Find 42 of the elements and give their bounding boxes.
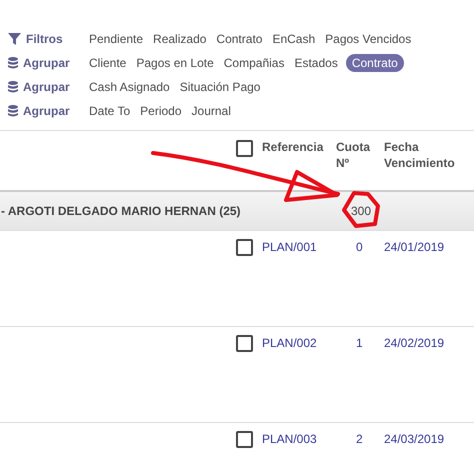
database-icon [8, 57, 18, 69]
column-header[interactable]: Cuota Nº [336, 139, 384, 171]
filter-icon [8, 33, 21, 45]
group-total: 300 [351, 204, 372, 218]
row-checkbox[interactable] [236, 431, 252, 448]
column-header[interactable]: Fecha Vencimiento [384, 139, 474, 171]
filter-option[interactable]: Cliente [87, 54, 128, 72]
table-cell: 24/03/2019 [384, 432, 444, 446]
filter-option[interactable]: Realizado [151, 30, 208, 48]
column-header[interactable]: Referencia [262, 139, 336, 155]
filters-label: Filtros [26, 31, 63, 48]
filter-option[interactable]: EnCash [270, 30, 318, 48]
table-cell: 24/02/2019 [384, 336, 444, 350]
group-by-label: Agrupar [23, 55, 70, 72]
database-icon [8, 81, 18, 93]
filter-option[interactable]: Date To [87, 102, 132, 120]
filter-option[interactable]: Cash Asignado [87, 78, 172, 96]
table-cell: 24/01/2019 [384, 240, 444, 254]
filter-option[interactable]: Pagos Vencidos [323, 30, 414, 48]
filter-option[interactable]: Journal [190, 102, 233, 120]
table-cell: 0 [356, 240, 363, 254]
table-cell: 2 [356, 432, 363, 446]
table-cell: 1 [356, 336, 363, 350]
group-header[interactable]: - ARGOTI DELGADO MARIO HERNAN (25) [1, 204, 241, 218]
group-by-label: Agrupar [23, 79, 70, 96]
filter-option[interactable]: Situación Pago [178, 78, 262, 96]
table-cell: PLAN/001 [262, 240, 317, 254]
row-checkbox[interactable] [236, 335, 252, 352]
table-cell: PLAN/003 [262, 432, 317, 446]
group-by-label: Agrupar [23, 103, 70, 120]
filter-option[interactable]: Pendiente [87, 30, 146, 48]
filter-option[interactable]: Periodo [138, 102, 184, 120]
select-all-checkbox[interactable] [236, 140, 252, 157]
filter-option[interactable]: Pagos en Lote [134, 54, 216, 72]
filter-option[interactable]: Estados [292, 54, 340, 72]
filter-option[interactable]: Contrato [214, 30, 264, 48]
database-icon [8, 105, 18, 117]
filter-option[interactable]: Contrato [346, 54, 404, 72]
row-checkbox[interactable] [236, 239, 252, 256]
table-cell: PLAN/002 [262, 336, 317, 350]
filter-option[interactable]: Compañias [222, 54, 286, 72]
circle-annotation [342, 191, 380, 228]
